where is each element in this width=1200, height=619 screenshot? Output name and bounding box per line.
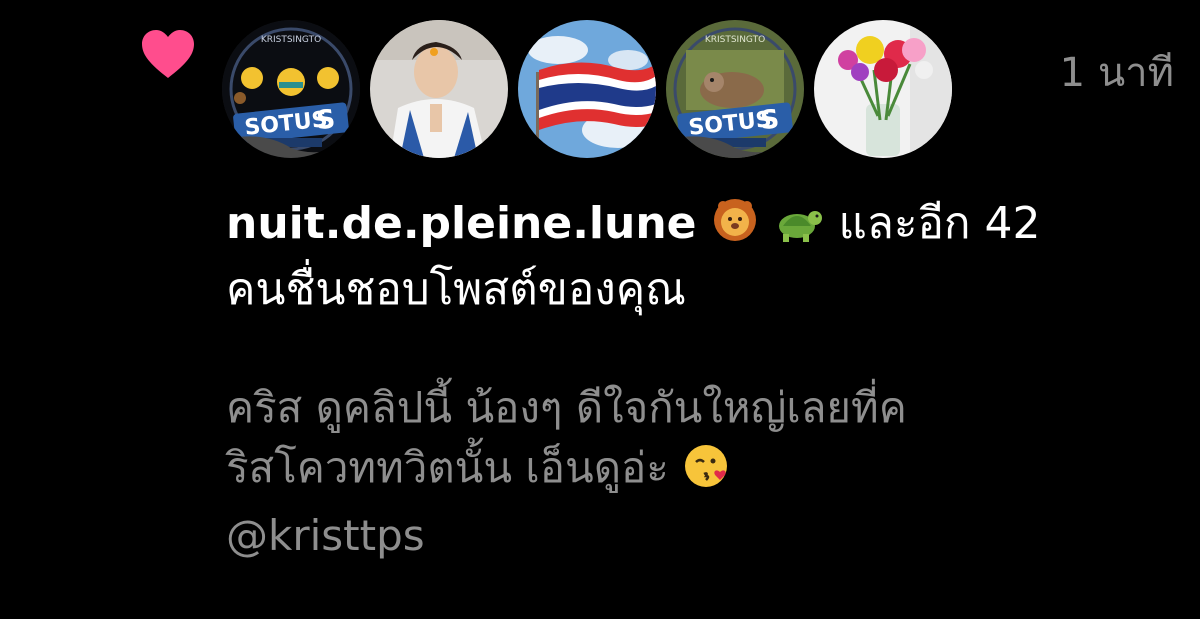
svg-text:S: S	[315, 104, 337, 136]
timestamp: 1 นาที	[1059, 50, 1174, 96]
comment-text: คริส ดูคลิปนี้ น้องๆ ดีใจกันใหญ่เลยที่ค …	[226, 378, 1176, 566]
likes-text: คนชื่นชอบโพสต์ของคุณ	[226, 264, 686, 315]
svg-text:KRISTSINGTO: KRISTSINGTO	[261, 35, 321, 45]
heart-icon	[142, 30, 194, 78]
mention-link[interactable]: @kristtps	[226, 506, 1176, 566]
liker-username[interactable]: nuit.de.pleine.lune	[226, 198, 697, 249]
avatar-flower-vase[interactable]	[814, 20, 952, 158]
kiss-emoji	[682, 440, 732, 506]
like-summary: nuit.de.pleine.lune และอีก 42 คนชื่นชอบโ…	[226, 194, 1176, 320]
comment-line-1: คริส ดูคลิปนี้ น้องๆ ดีใจกันใหญ่เลยที่ค	[226, 383, 907, 432]
lion-emoji	[711, 196, 759, 260]
comment-line-2: ริสโควททวิตนั้น เอ็นดูอ่ะ	[226, 443, 669, 492]
svg-text:S: S	[759, 104, 781, 136]
others-count[interactable]: และอีก 42	[839, 198, 1041, 249]
avatar-sotus-planets[interactable]: KRISTSINGTO SOTUS S	[222, 20, 360, 158]
avatar-thai-flag[interactable]	[518, 20, 656, 158]
svg-text:KRISTSINGTO: KRISTSINGTO	[705, 35, 765, 45]
avatar-sotus-sloth[interactable]: KRISTSINGTO SOTUS S	[666, 20, 804, 158]
turtle-emoji	[773, 196, 825, 260]
avatar-person-white-jacket[interactable]	[370, 20, 508, 158]
